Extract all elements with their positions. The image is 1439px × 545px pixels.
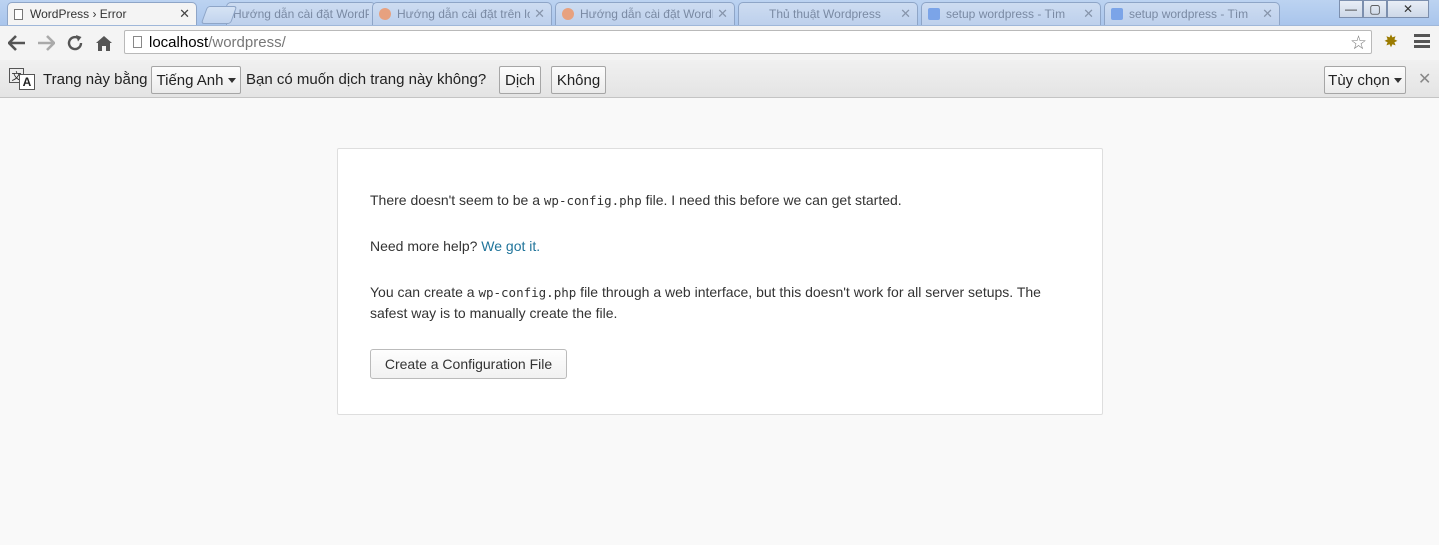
url-host: localhost xyxy=(149,33,209,51)
tab-inactive-4[interactable]: Thủ thuật Wordpress ✕ xyxy=(738,2,918,25)
tab-inactive-1[interactable]: Hướng dẫn cài đặt WordPress xyxy=(226,2,376,25)
config-filename: wp-config.php xyxy=(478,285,577,300)
options-label: Tùy chọn xyxy=(1328,71,1390,89)
page-icon xyxy=(133,36,142,48)
source-language-select[interactable]: Tiếng Anh xyxy=(151,66,241,94)
tab-title: Hướng dẫn cài đặt WordPress xyxy=(233,7,369,21)
tab-title: setup wordpress - Tìm xyxy=(1129,7,1249,21)
forward-button[interactable] xyxy=(34,31,58,55)
tab-inactive-6[interactable]: setup wordpress - Tìm ✕ xyxy=(1104,2,1280,25)
minimize-button[interactable]: — xyxy=(1339,0,1363,18)
help-message: Need more help? We got it. xyxy=(370,238,541,254)
tab-title: setup wordpress - Tìm xyxy=(946,7,1066,21)
page-icon xyxy=(14,8,23,20)
missing-config-message: There doesn't seem to be a wp-config.php… xyxy=(370,192,902,208)
tab-inactive-3[interactable]: Hướng dẫn cài đặt WordPress ✕ xyxy=(555,2,735,25)
site-favicon xyxy=(928,8,940,20)
tab-close-icon[interactable]: ✕ xyxy=(179,6,190,22)
address-bar[interactable]: localhost/wordpress/ ☆ xyxy=(124,30,1372,54)
extension-icon[interactable]: ✸ xyxy=(1381,32,1401,52)
tab-close-icon[interactable]: ✕ xyxy=(534,6,545,22)
url-path: /wordpress/ xyxy=(208,33,286,51)
site-favicon xyxy=(379,8,391,20)
tab-strip: WordPress › Error ✕ Hướng dẫn cài đặt Wo… xyxy=(0,0,1439,26)
back-button[interactable] xyxy=(5,31,29,55)
maximize-button[interactable]: ▢ xyxy=(1363,0,1387,18)
star-icon[interactable]: ☆ xyxy=(1350,32,1367,55)
tab-title: Thủ thuật Wordpress xyxy=(769,7,881,21)
translate-bar-close-icon[interactable]: ✕ xyxy=(1418,69,1431,89)
source-language-value: Tiếng Anh xyxy=(156,71,224,89)
translate-button[interactable]: Dịch xyxy=(499,66,541,94)
tab-title: Hướng dẫn cài đặt trên localhost xyxy=(397,7,530,21)
back-arrow-icon xyxy=(8,35,25,51)
wp-error-box: There doesn't seem to be a wp-config.php… xyxy=(337,148,1103,415)
create-config-button[interactable]: Create a Configuration File xyxy=(370,349,567,379)
minimize-icon: — xyxy=(1345,2,1357,16)
translate-icon: 文 A xyxy=(9,68,35,90)
url-text: localhost/wordpress/ xyxy=(149,34,286,51)
hamburger-menu-icon[interactable] xyxy=(1414,34,1430,48)
browser-toolbar: localhost/wordpress/ ☆ ✸ xyxy=(0,26,1439,60)
tab-inactive-2[interactable]: Hướng dẫn cài đặt trên localhost ✕ xyxy=(372,2,552,25)
tab-title: WordPress › Error xyxy=(30,7,127,21)
tab-close-icon[interactable]: ✕ xyxy=(900,6,911,22)
translate-prefix: Trang này bằng xyxy=(43,70,148,88)
home-icon xyxy=(96,35,112,51)
site-favicon xyxy=(1111,8,1123,20)
tab-close-icon[interactable]: ✕ xyxy=(1083,6,1094,22)
tab-title: Hướng dẫn cài đặt WordPress xyxy=(580,7,713,21)
translate-question: Bạn có muốn dịch trang này không? xyxy=(246,70,487,88)
tab-close-icon[interactable]: ✕ xyxy=(717,6,728,22)
tab-close-icon[interactable]: ✕ xyxy=(1262,6,1273,22)
site-favicon xyxy=(562,8,574,20)
config-filename: wp-config.php xyxy=(543,193,642,208)
maximize-icon: ▢ xyxy=(1369,2,1381,16)
no-translate-button[interactable]: Không xyxy=(551,66,606,94)
reload-icon xyxy=(67,35,83,51)
help-link[interactable]: We got it. xyxy=(481,238,540,254)
chevron-down-icon xyxy=(1393,77,1402,83)
window-close-button[interactable]: ✕ xyxy=(1387,0,1429,18)
forward-arrow-icon xyxy=(38,35,55,51)
home-button[interactable] xyxy=(92,31,116,55)
tab-inactive-5[interactable]: setup wordpress - Tìm ✕ xyxy=(921,2,1101,25)
translate-bar: 文 A Trang này bằng Tiếng Anh Bạn có muốn… xyxy=(0,60,1439,98)
translate-options-button[interactable]: Tùy chọn xyxy=(1324,66,1406,94)
tab-wordpress-error[interactable]: WordPress › Error ✕ xyxy=(7,2,197,25)
chevron-down-icon xyxy=(227,77,236,83)
window-close-icon: ✕ xyxy=(1402,2,1414,16)
reload-button[interactable] xyxy=(63,31,87,55)
create-config-info: You can create a wp-config.php file thro… xyxy=(370,284,1041,321)
